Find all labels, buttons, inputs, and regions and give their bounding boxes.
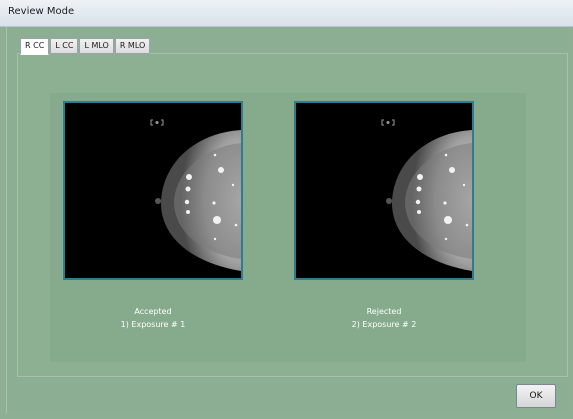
tab-l-cc[interactable]: L CC bbox=[50, 38, 79, 54]
exposure-label-1: 1) Exposure # 1 bbox=[120, 320, 186, 329]
mammogram-image bbox=[296, 103, 472, 278]
status-label-accepted: Accepted bbox=[134, 307, 172, 316]
window-title: Review Mode bbox=[8, 6, 75, 17]
exposure-caption-2: Rejected 2) Exposure # 2 bbox=[294, 305, 474, 331]
tab-r-mlo[interactable]: R MLO bbox=[114, 38, 151, 54]
view-tabs: R CC L CC L MLO R MLO bbox=[20, 38, 151, 55]
status-label-rejected: Rejected bbox=[366, 307, 402, 316]
exposure-image-2[interactable] bbox=[294, 101, 474, 280]
mammogram-image bbox=[65, 103, 241, 278]
title-bar[interactable]: Review Mode bbox=[0, 0, 573, 27]
exposure-image-1[interactable] bbox=[63, 101, 243, 280]
ok-button[interactable]: OK bbox=[516, 384, 556, 408]
exposure-label-2: 2) Exposure # 2 bbox=[351, 320, 417, 329]
tab-r-cc[interactable]: R CC bbox=[20, 38, 50, 55]
tab-l-mlo[interactable]: L MLO bbox=[79, 38, 114, 54]
review-mode-window: Review Mode R CC L CC L MLO R MLO Accept… bbox=[0, 0, 573, 419]
exposure-caption-1: Accepted 1) Exposure # 1 bbox=[63, 305, 243, 331]
